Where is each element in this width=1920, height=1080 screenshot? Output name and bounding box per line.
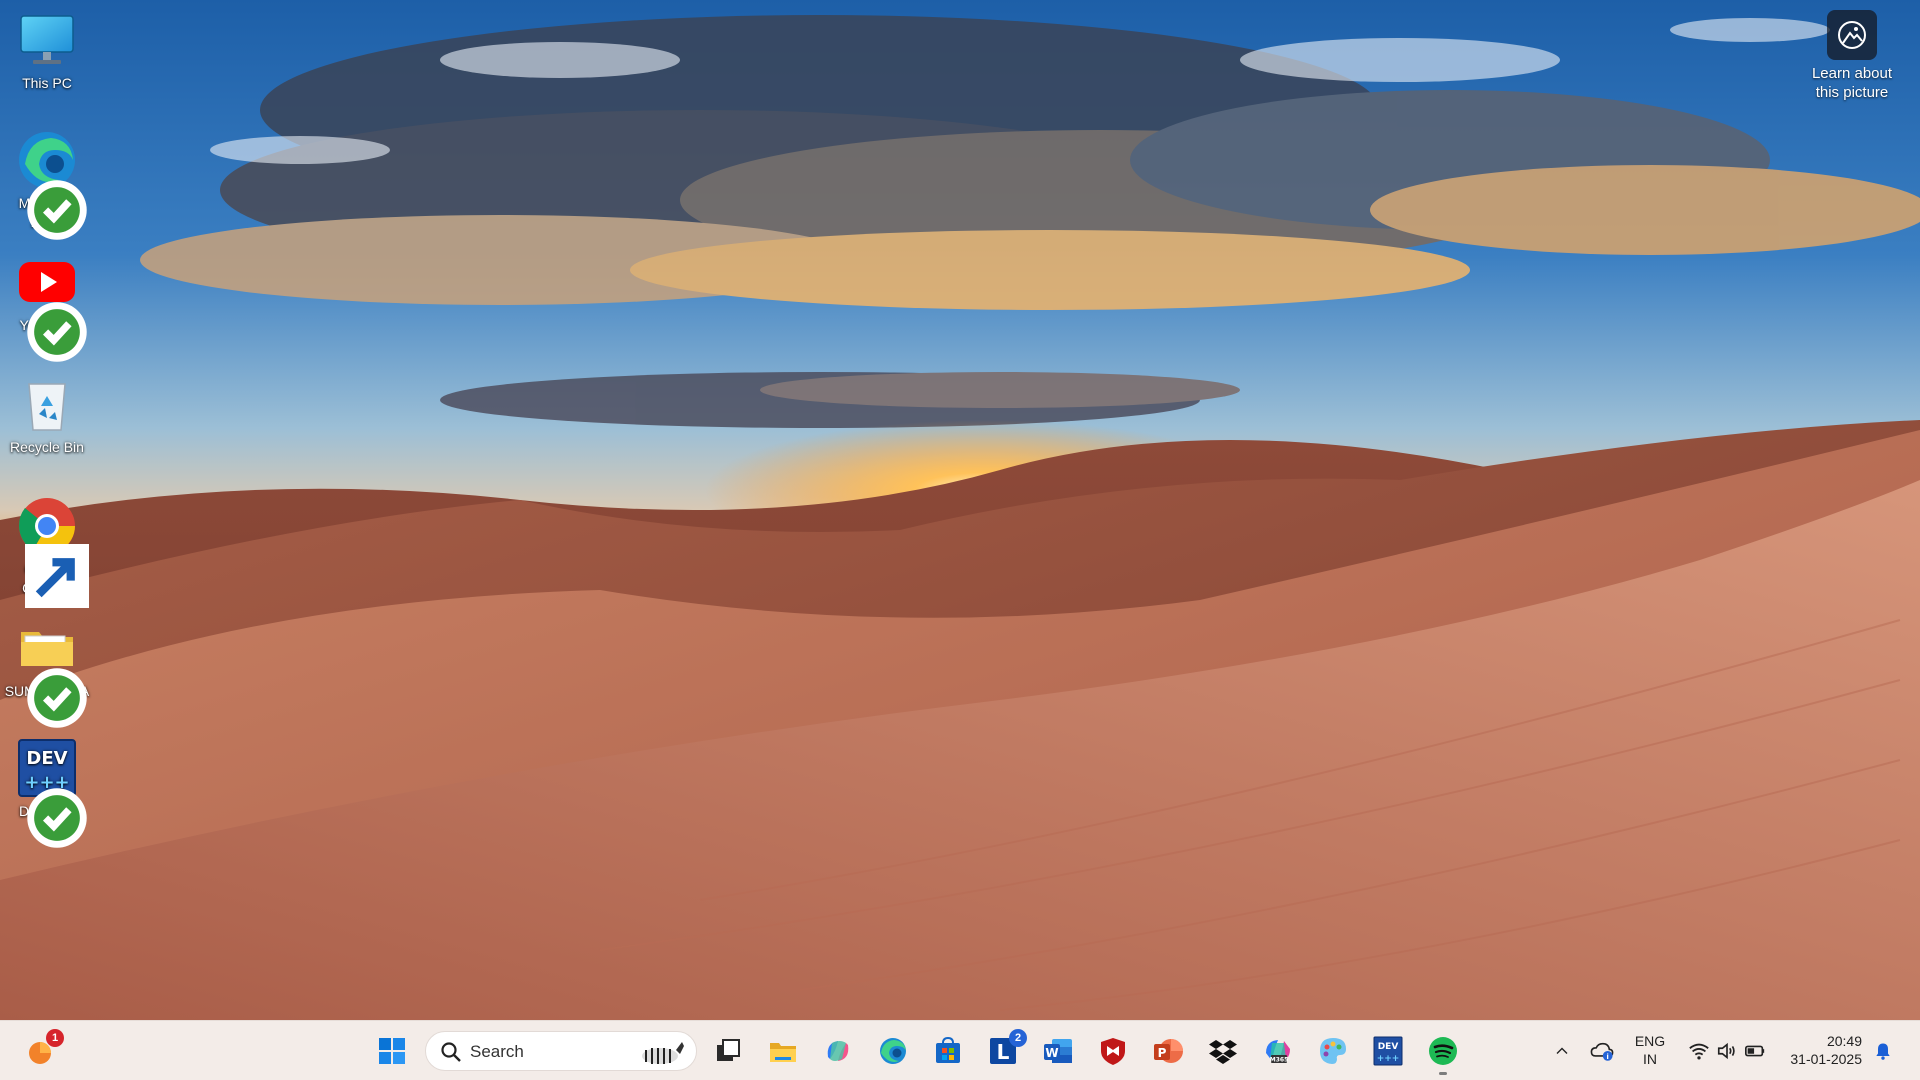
onedrive-cloud-icon: i — [1590, 1042, 1614, 1061]
desktop-icon-youtube[interactable]: YouTube — [2, 250, 92, 362]
spotify-icon — [1429, 1037, 1457, 1065]
recycle-bin-icon — [15, 372, 79, 436]
taskbar-app-store[interactable] — [928, 1031, 968, 1071]
taskbar-app-l[interactable]: L 2 — [983, 1029, 1027, 1071]
search-icon — [441, 1042, 461, 1062]
notifications-button[interactable] — [1866, 1031, 1900, 1071]
taskbar: 1 Search L 2 W P M365 DEV +++ i ENG IN 2… — [0, 1020, 1920, 1080]
clock-time: 20:49 — [1826, 1033, 1862, 1049]
svg-text:DEV: DEV — [1378, 1042, 1399, 1052]
desktop-icon-google-chrome[interactable]: Google Chrome — [2, 494, 92, 608]
paint-icon — [1320, 1038, 1346, 1064]
svg-text:DEV: DEV — [26, 748, 67, 769]
devcpp-icon: DEV +++ — [1373, 1036, 1403, 1066]
shortcut-arrow-icon — [25, 544, 89, 608]
volume-icon — [1717, 1042, 1735, 1060]
clock[interactable]: 20:49 31-01-2025 — [1780, 1032, 1862, 1068]
wifi-icon — [1689, 1043, 1709, 1060]
language-indicator[interactable]: ENG IN — [1628, 1032, 1672, 1068]
taskbar-app-edge[interactable] — [873, 1031, 913, 1071]
powerpoint-icon: P — [1154, 1039, 1183, 1063]
task-view-button[interactable] — [708, 1031, 748, 1071]
show-hidden-icons-button[interactable] — [1542, 1031, 1582, 1071]
edge-icon — [15, 128, 87, 240]
start-button[interactable] — [372, 1031, 412, 1071]
taskbar-search-box[interactable]: Search — [425, 1031, 697, 1071]
copilot-icon — [827, 1041, 849, 1061]
desktop-icon-devcpp[interactable]: DEV+++ Dev-C++ — [2, 736, 92, 848]
desktop-icon-this-pc[interactable]: This PC — [2, 8, 92, 93]
taskbar-app-word[interactable]: W — [1038, 1031, 1078, 1071]
desktop-icon-recycle-bin[interactable]: Recycle Bin — [2, 372, 92, 457]
svg-text:W: W — [1045, 1046, 1058, 1060]
search-placeholder: Search — [470, 1042, 524, 1061]
widgets-button[interactable]: 1 — [20, 1029, 64, 1071]
desktop-icon-label: Recycle Bin — [10, 439, 84, 455]
learn-about-picture[interactable]: Learn about this picture — [1802, 10, 1902, 102]
desktop-wallpaper — [0, 0, 1920, 1020]
desktop-icon-label: This PC — [22, 75, 72, 91]
notification-badge: 1 — [46, 1029, 64, 1047]
onedrive-status-button[interactable]: i — [1582, 1031, 1622, 1071]
monitor-icon — [15, 8, 79, 72]
desktop-icon-sumalatha[interactable]: SUMALATHA — [2, 616, 92, 728]
svg-text:M365: M365 — [1270, 1057, 1289, 1064]
learn-about-label: Learn about this picture — [1811, 65, 1893, 101]
quick-settings-button[interactable] — [1682, 1031, 1772, 1071]
chrome-icon — [15, 494, 89, 608]
windows-start-icon — [379, 1038, 405, 1064]
taskbar-app-m365[interactable]: M365 — [1258, 1031, 1298, 1071]
svg-text:+++: +++ — [1377, 1054, 1400, 1064]
taskbar-app-copilot[interactable] — [818, 1031, 858, 1071]
taskbar-app-powerpoint[interactable]: P — [1148, 1031, 1188, 1071]
devcpp-icon: DEV+++ — [15, 736, 87, 848]
battery-icon — [1745, 1045, 1765, 1057]
svg-text:i: i — [1606, 1052, 1609, 1061]
running-indicator — [1439, 1072, 1447, 1075]
notification-badge: 2 — [1009, 1029, 1027, 1047]
folder-icon — [15, 616, 87, 728]
sync-status-icon — [25, 786, 87, 848]
chevron-up-icon — [1556, 1047, 1568, 1054]
svg-text:P: P — [1158, 1046, 1167, 1060]
taskbar-app-devcpp[interactable]: DEV +++ — [1368, 1031, 1408, 1071]
task-view-icon — [717, 1039, 740, 1061]
file-explorer-icon — [770, 1043, 796, 1062]
language-region: IN — [1643, 1051, 1657, 1067]
taskbar-app-dropbox[interactable] — [1203, 1031, 1243, 1071]
language-code: ENG — [1634, 1033, 1666, 1049]
svg-text:L: L — [997, 1040, 1010, 1064]
word-icon: W — [1044, 1039, 1072, 1063]
bell-icon — [1876, 1043, 1890, 1060]
youtube-icon — [15, 250, 87, 362]
dropbox-icon — [1209, 1040, 1237, 1064]
store-icon — [936, 1036, 960, 1063]
sync-status-icon — [25, 178, 87, 240]
camera-spotlight-icon — [1827, 10, 1877, 60]
taskbar-app-file-explorer[interactable] — [763, 1031, 803, 1071]
sync-status-icon — [25, 300, 87, 362]
taskbar-app-mcafee[interactable] — [1093, 1031, 1133, 1071]
zebra-highlight-icon — [642, 1042, 684, 1064]
taskbar-app-spotify[interactable] — [1423, 1031, 1463, 1075]
mcafee-icon — [1101, 1038, 1125, 1065]
desktop-icon-microsoft-edge[interactable]: Microsoft Edge — [2, 128, 92, 240]
sync-status-icon — [25, 666, 87, 728]
taskbar-app-paint[interactable] — [1313, 1031, 1353, 1071]
m365-icon: M365 — [1266, 1040, 1290, 1064]
edge-icon — [880, 1038, 906, 1064]
clock-date: 31-01-2025 — [1790, 1051, 1862, 1067]
